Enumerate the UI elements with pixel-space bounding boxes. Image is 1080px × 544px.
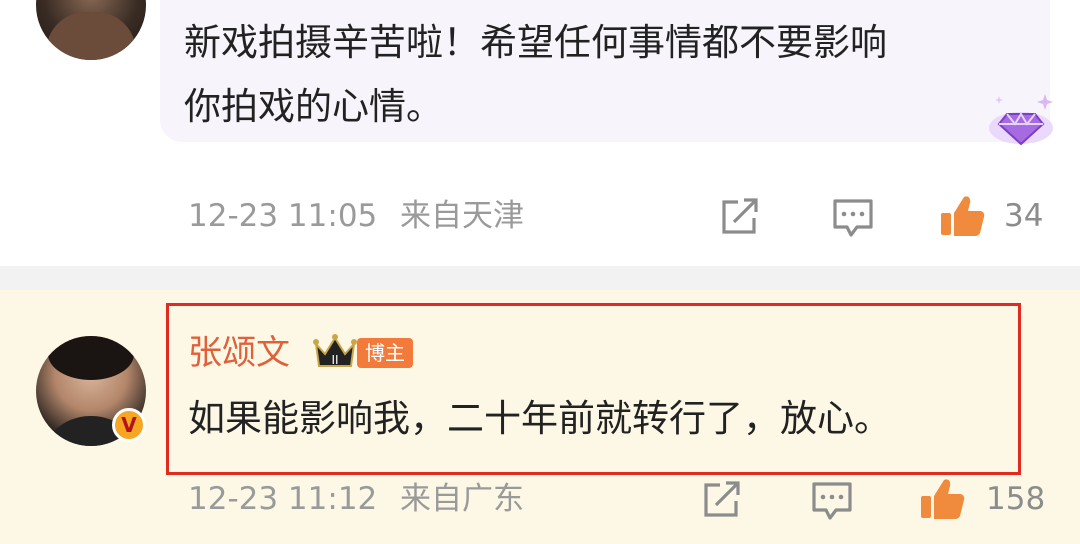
verified-badge: V [112, 408, 146, 442]
crown-icon: II [313, 334, 357, 367]
diamond-badge-icon [989, 94, 1053, 146]
like-count: 158 [986, 481, 1046, 517]
username[interactable]: 张颂文 [188, 336, 290, 370]
divider [0, 266, 1080, 290]
role-badge: 博主 [357, 338, 413, 368]
avatar[interactable] [36, 0, 146, 60]
crown-level: II [331, 353, 338, 367]
comment-text: 如果能影响我，二十年前就转行了，放心。 [188, 397, 891, 440]
share-icon[interactable] [700, 479, 744, 521]
comment-icon[interactable] [831, 197, 875, 239]
timestamp: 12-23 11:05 [188, 198, 378, 234]
comment-text-line1: 新戏拍摄辛苦啦！希望任何事情都不要影响 [184, 21, 887, 64]
share-icon[interactable] [718, 196, 762, 238]
comment-text-line2: 你拍戏的心情。 [184, 85, 443, 128]
like-count: 34 [1004, 198, 1044, 234]
like-icon[interactable] [938, 193, 986, 239]
location: 来自广东 [400, 481, 524, 517]
timestamp: 12-23 11:12 [188, 481, 378, 517]
like-icon[interactable] [918, 476, 966, 522]
comment-icon[interactable] [810, 480, 854, 522]
location: 来自天津 [400, 198, 524, 234]
highlight-box [166, 303, 1021, 475]
